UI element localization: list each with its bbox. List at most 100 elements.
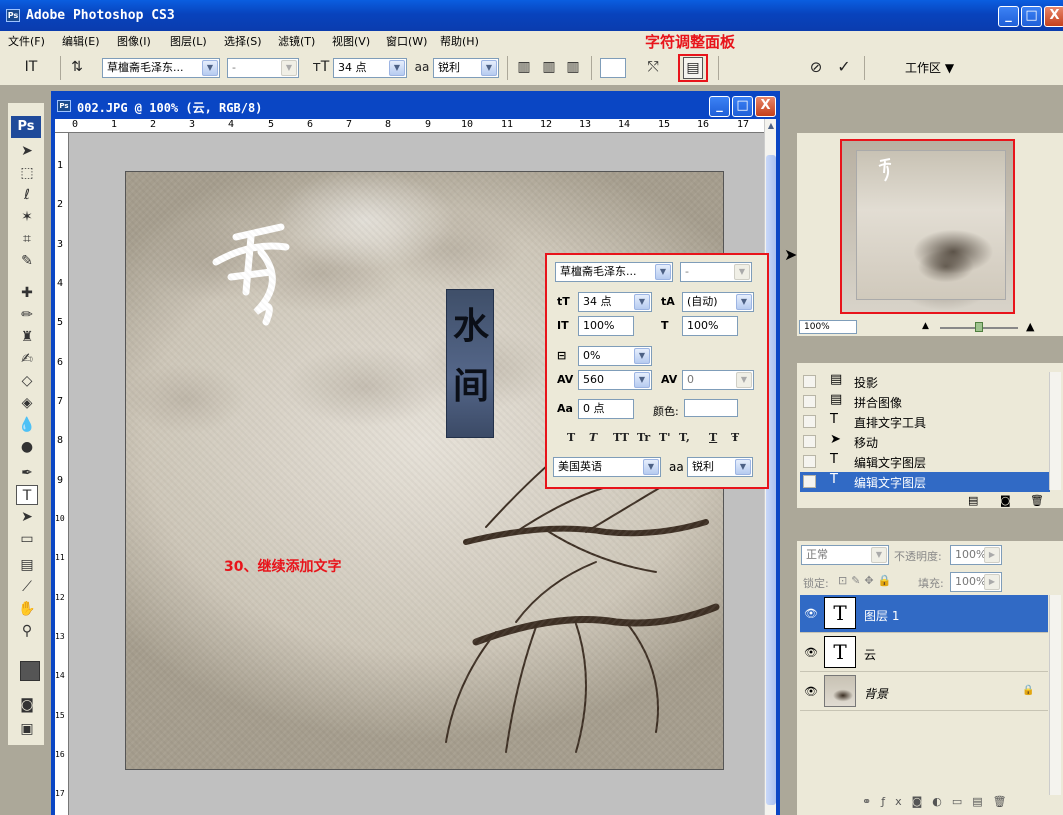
marquee-tool-icon[interactable]: ⬚ <box>16 163 38 183</box>
strikethrough-button[interactable]: Ŧ <box>731 431 739 444</box>
history-checkbox[interactable] <box>803 435 816 448</box>
history-item-selected[interactable]: T 编辑文字图层 <box>800 472 1050 492</box>
visibility-eye-icon[interactable]: 👁 <box>804 607 818 620</box>
doc-minimize-button[interactable]: _ <box>709 96 730 117</box>
tracking-select[interactable]: 560 ▼ <box>578 370 652 390</box>
menu-view[interactable]: 视图(V) <box>332 33 370 49</box>
history-scrollbar[interactable] <box>1049 372 1061 490</box>
cp-font-size-select[interactable]: 34 点 ▼ <box>578 292 652 312</box>
ruler-horizontal[interactable]: 0 1 2 3 4 5 6 7 8 9 10 11 12 13 14 15 16… <box>55 119 764 133</box>
cp-font-style-select[interactable]: - ▼ <box>680 262 752 282</box>
eraser-tool-icon[interactable]: ◇ <box>16 371 38 391</box>
kerning-select[interactable]: 0 ▼ <box>682 370 754 390</box>
font-family-select[interactable]: 草檀斋毛泽东... ▼ <box>102 58 220 78</box>
subscript-button[interactable]: T, <box>679 431 690 444</box>
menu-image[interactable]: 图像(I) <box>117 33 151 49</box>
ruler-vertical[interactable]: 1 2 3 4 5 6 7 8 9 10 11 12 13 14 15 16 1… <box>55 133 69 815</box>
history-brush-icon[interactable]: ✍ <box>16 349 38 369</box>
faux-italic-button[interactable]: T <box>589 431 597 444</box>
brush-tool-icon[interactable]: ✏ <box>16 305 38 325</box>
align-left-icon[interactable]: ▥ <box>514 57 534 77</box>
cancel-icon[interactable]: ⊘ <box>806 57 826 77</box>
foreground-color-swatch[interactable] <box>20 661 40 681</box>
cp-antialias-select[interactable]: 锐利 ▼ <box>687 457 753 477</box>
notes-tool-icon[interactable]: ▤ <box>16 555 38 575</box>
language-select[interactable]: 美国英语 ▼ <box>553 457 661 477</box>
lasso-tool-icon[interactable]: ℓ <box>16 185 38 205</box>
menu-file[interactable]: 文件(F) <box>8 33 45 49</box>
quick-mask-icon[interactable]: ◙ <box>16 695 38 715</box>
healing-brush-icon[interactable]: ✚ <box>16 283 38 303</box>
magic-wand-icon[interactable]: ✶ <box>16 207 38 227</box>
menu-window[interactable]: 窗口(W) <box>386 33 427 49</box>
align-center-icon[interactable]: ▥ <box>539 57 559 77</box>
history-checkbox[interactable] <box>803 395 816 408</box>
opacity-input[interactable]: 100% ▶ <box>950 545 1002 565</box>
menu-layer[interactable]: 图层(L) <box>170 33 207 49</box>
text-color-swatch[interactable] <box>684 399 738 417</box>
text-tool-preset-icon[interactable]: IT <box>16 57 46 77</box>
font-size-select[interactable]: 34 点 ▼ <box>333 58 407 78</box>
menu-filter[interactable]: 滤镜(T) <box>278 33 315 49</box>
all-caps-button[interactable]: TT <box>613 431 629 444</box>
vertical-scale-input[interactable]: 100% <box>578 316 634 336</box>
layer-row-selected[interactable]: 👁 T 图层 1 <box>800 595 1048 633</box>
underline-button[interactable]: T <box>709 431 717 444</box>
new-document-from-state-icon[interactable]: ▤ <box>968 494 978 507</box>
maximize-button[interactable]: □ <box>1021 6 1042 27</box>
dodge-tool-icon[interactable]: ● <box>16 437 38 457</box>
align-right-icon[interactable]: ▥ <box>563 57 583 77</box>
layers-footer-buttons[interactable]: ⚭ƒx◙◐▭▤🗑 <box>862 795 1017 808</box>
lock-icons[interactable]: ⊡✎✥🔒 <box>838 574 895 587</box>
fill-input[interactable]: 100% ▶ <box>950 572 1002 592</box>
move-tool-icon[interactable]: ➤ <box>16 141 38 161</box>
menu-select[interactable]: 选择(S) <box>224 33 262 49</box>
tsume-select[interactable]: 0% ▼ <box>578 346 652 366</box>
history-checkbox[interactable] <box>803 415 816 428</box>
path-selection-icon[interactable]: ➤ <box>16 507 38 527</box>
eyedropper-tool-icon[interactable]: ⟋ <box>16 577 38 597</box>
faux-bold-button[interactable]: T <box>567 431 575 444</box>
history-checkbox[interactable] <box>803 375 816 388</box>
slice-tool-icon[interactable]: ✎ <box>16 251 38 271</box>
history-item[interactable]: ▤ 投影 <box>800 372 1050 392</box>
zoom-tool-icon[interactable]: ⚲ <box>16 621 38 641</box>
font-style-select[interactable]: - ▼ <box>227 58 299 78</box>
history-item[interactable]: T 编辑文字图层 <box>800 452 1050 472</box>
doc-close-button[interactable]: X <box>755 96 776 117</box>
text-color-swatch[interactable] <box>600 58 626 78</box>
hand-tool-icon[interactable]: ✋ <box>16 599 38 619</box>
visibility-eye-icon[interactable]: 👁 <box>804 646 818 659</box>
snapshot-icon[interactable]: ◙ <box>1000 494 1011 507</box>
layer-row[interactable]: 👁 背景 🔒 <box>800 673 1048 711</box>
superscript-button[interactable]: T' <box>659 431 671 444</box>
doc-maximize-button[interactable]: □ <box>732 96 753 117</box>
navigator-zoom-input[interactable]: 100% <box>799 320 857 334</box>
commit-check-icon[interactable]: ✓ <box>834 57 854 77</box>
paint-bucket-icon[interactable]: ◈ <box>16 393 38 413</box>
layers-scrollbar[interactable] <box>1049 595 1061 795</box>
history-item[interactable]: ▤ 拼合图像 <box>800 392 1050 412</box>
type-tool-icon[interactable]: T <box>16 485 38 505</box>
clone-stamp-icon[interactable]: ♜ <box>16 327 38 347</box>
history-item[interactable]: T 直排文字工具 <box>800 412 1050 432</box>
blur-tool-icon[interactable]: 💧 <box>16 415 38 435</box>
visibility-eye-icon[interactable]: 👁 <box>804 685 818 698</box>
vertical-text-layer[interactable]: 水间 <box>446 289 494 438</box>
small-caps-button[interactable]: Tr <box>637 431 650 444</box>
character-panel-toggle-icon[interactable]: ▤ <box>683 57 703 79</box>
zoom-out-icon[interactable]: ▲ <box>922 321 929 331</box>
close-button[interactable]: X <box>1044 6 1063 27</box>
scroll-up-icon[interactable]: ▲ <box>766 121 776 133</box>
warp-text-icon[interactable]: ⤲ <box>643 57 663 77</box>
cp-font-family-select[interactable]: 草檀斋毛泽东... ▼ <box>555 262 673 282</box>
history-item[interactable]: ➤ 移动 <box>800 432 1050 452</box>
horizontal-scale-input[interactable]: 100% <box>682 316 738 336</box>
navigator-slider-thumb[interactable] <box>975 322 983 332</box>
trash-icon[interactable]: 🗑 <box>1030 494 1044 507</box>
rectangle-tool-icon[interactable]: ▭ <box>16 529 38 549</box>
cp-leading-select[interactable]: (自动) ▼ <box>682 292 754 312</box>
history-checkbox[interactable] <box>803 455 816 468</box>
minimize-button[interactable]: _ <box>998 6 1019 27</box>
menu-help[interactable]: 帮助(H) <box>440 33 479 49</box>
